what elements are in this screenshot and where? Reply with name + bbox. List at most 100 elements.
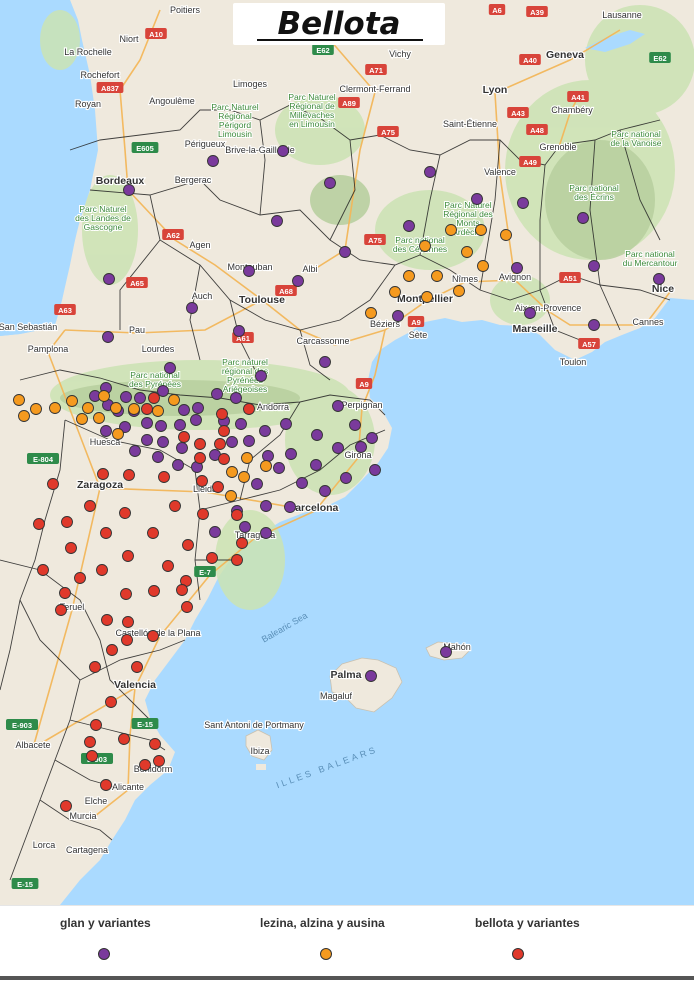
point-lezina[interactable] [453, 285, 465, 297]
point-glan[interactable] [172, 459, 184, 471]
point-glan[interactable] [319, 356, 331, 368]
point-glan[interactable] [424, 166, 436, 178]
point-lezina[interactable] [112, 428, 124, 440]
point-glan[interactable] [129, 445, 141, 457]
point-glan[interactable] [365, 670, 377, 682]
point-glan[interactable] [207, 155, 219, 167]
point-bellota[interactable] [106, 644, 118, 656]
point-lezina[interactable] [241, 452, 253, 464]
point-bellota[interactable] [122, 616, 134, 628]
point-lezina[interactable] [461, 246, 473, 258]
point-glan[interactable] [285, 448, 297, 460]
point-bellota[interactable] [131, 661, 143, 673]
point-glan[interactable] [120, 391, 132, 403]
point-bellota[interactable] [74, 572, 86, 584]
point-glan[interactable] [369, 464, 381, 476]
point-lezina[interactable] [419, 240, 431, 252]
map[interactable]: Parc Naturel Régional de Millevaches en Lim… [0, 0, 694, 905]
point-bellota[interactable] [218, 425, 230, 437]
point-glan[interactable] [262, 450, 274, 462]
point-bellota[interactable] [118, 733, 130, 745]
point-glan[interactable] [192, 402, 204, 414]
point-lezina[interactable] [431, 270, 443, 282]
point-glan[interactable] [230, 392, 242, 404]
point-bellota[interactable] [61, 516, 73, 528]
point-glan[interactable] [511, 262, 523, 274]
point-bellota[interactable] [84, 736, 96, 748]
point-lezina[interactable] [225, 490, 237, 502]
point-bellota[interactable] [33, 518, 45, 530]
point-glan[interactable] [524, 307, 536, 319]
point-glan[interactable] [271, 215, 283, 227]
point-bellota[interactable] [119, 507, 131, 519]
point-bellota[interactable] [147, 630, 159, 642]
point-bellota[interactable] [231, 554, 243, 566]
point-bellota[interactable] [194, 438, 206, 450]
point-lezina[interactable] [30, 403, 42, 415]
point-lezina[interactable] [82, 402, 94, 414]
point-lezina[interactable] [76, 413, 88, 425]
point-bellota[interactable] [55, 604, 67, 616]
point-bellota[interactable] [90, 719, 102, 731]
point-glan[interactable] [260, 527, 272, 539]
point-lezina[interactable] [18, 410, 30, 422]
point-bellota[interactable] [178, 431, 190, 443]
map-canvas[interactable]: Parc Naturel Régional de Millevaches en Lim… [0, 0, 694, 905]
point-bellota[interactable] [84, 500, 96, 512]
point-bellota[interactable] [148, 392, 160, 404]
point-glan[interactable] [471, 193, 483, 205]
point-glan[interactable] [123, 184, 135, 196]
point-glan[interactable] [235, 418, 247, 430]
point-glan[interactable] [176, 442, 188, 454]
point-bellota[interactable] [101, 614, 113, 626]
point-bellota[interactable] [153, 755, 165, 767]
point-bellota[interactable] [105, 696, 117, 708]
point-lezina[interactable] [475, 224, 487, 236]
point-bellota[interactable] [169, 500, 181, 512]
point-lezina[interactable] [168, 394, 180, 406]
point-glan[interactable] [319, 485, 331, 497]
point-glan[interactable] [233, 325, 245, 337]
point-bellota[interactable] [197, 508, 209, 520]
point-glan[interactable] [209, 526, 221, 538]
point-bellota[interactable] [236, 537, 248, 549]
point-bellota[interactable] [176, 584, 188, 596]
point-glan[interactable] [178, 404, 190, 416]
point-bellota[interactable] [139, 759, 151, 771]
point-lezina[interactable] [152, 405, 164, 417]
point-glan[interactable] [440, 646, 452, 658]
point-bellota[interactable] [97, 468, 109, 480]
point-glan[interactable] [226, 436, 238, 448]
point-glan[interactable] [186, 302, 198, 314]
point-bellota[interactable] [141, 403, 153, 415]
point-glan[interactable] [311, 429, 323, 441]
point-glan[interactable] [296, 477, 308, 489]
point-glan[interactable] [332, 400, 344, 412]
point-lezina[interactable] [500, 229, 512, 241]
point-glan[interactable] [280, 418, 292, 430]
point-glan[interactable] [259, 425, 271, 437]
point-lezina[interactable] [477, 260, 489, 272]
point-bellota[interactable] [206, 552, 218, 564]
point-bellota[interactable] [122, 550, 134, 562]
point-bellota[interactable] [47, 478, 59, 490]
point-bellota[interactable] [162, 560, 174, 572]
point-glan[interactable] [310, 459, 322, 471]
point-lezina[interactable] [403, 270, 415, 282]
point-glan[interactable] [366, 432, 378, 444]
point-bellota[interactable] [86, 750, 98, 762]
point-lezina[interactable] [226, 466, 238, 478]
point-bellota[interactable] [148, 585, 160, 597]
point-bellota[interactable] [194, 452, 206, 464]
point-glan[interactable] [155, 420, 167, 432]
point-glan[interactable] [403, 220, 415, 232]
point-bellota[interactable] [96, 564, 108, 576]
point-glan[interactable] [239, 521, 251, 533]
point-glan[interactable] [577, 212, 589, 224]
point-glan[interactable] [141, 434, 153, 446]
point-glan[interactable] [355, 441, 367, 453]
point-glan[interactable] [588, 319, 600, 331]
point-glan[interactable] [243, 435, 255, 447]
point-glan[interactable] [332, 442, 344, 454]
point-bellota[interactable] [231, 509, 243, 521]
